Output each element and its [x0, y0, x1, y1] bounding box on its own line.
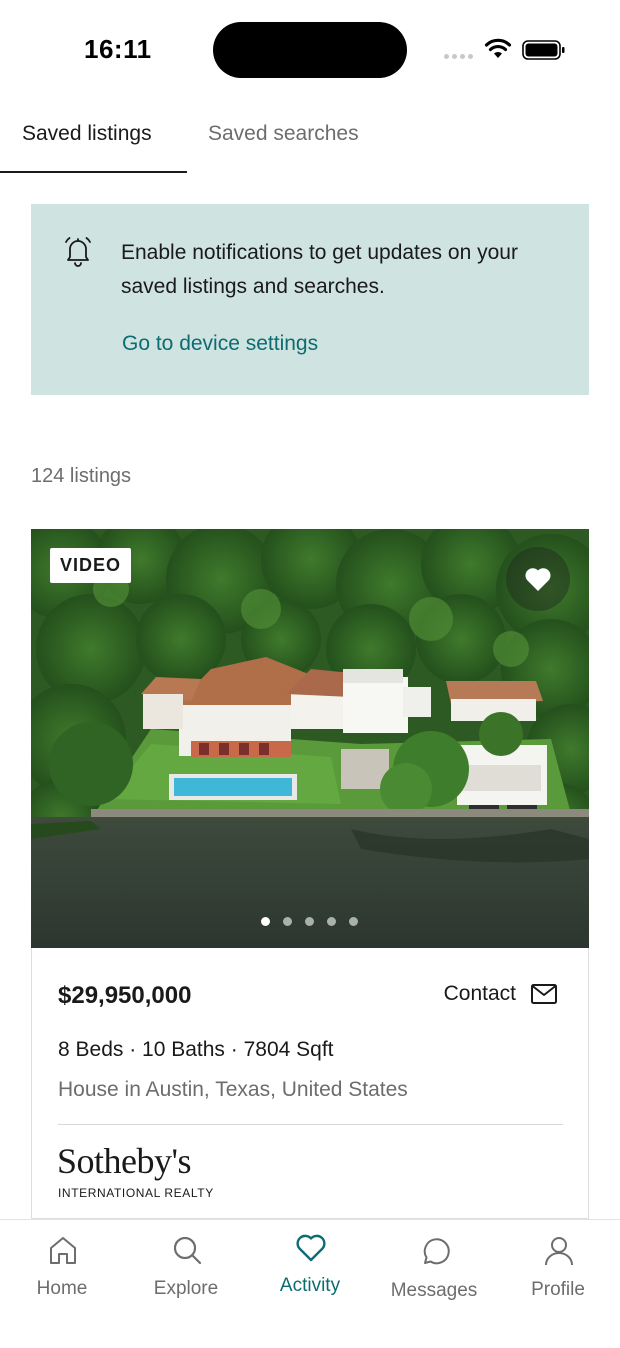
listing-location: House in Austin, Texas, United States: [58, 1078, 408, 1101]
agency-logo: Sotheby's: [57, 1141, 192, 1181]
tab-bar: Saved listings Saved searches: [0, 100, 620, 174]
bell-icon: [65, 237, 91, 267]
nav-label-home: Home: [36, 1278, 88, 1299]
tab-saved-searches[interactable]: Saved searches: [208, 122, 359, 146]
pagination-dot[interactable]: [283, 917, 292, 926]
video-badge: VIDEO: [50, 548, 132, 583]
home-icon: [50, 1237, 76, 1264]
mail-icon: [531, 984, 557, 1004]
notification-banner: Enable notifications to get updates on y…: [31, 204, 589, 395]
agency-logo-subtitle: INTERNATIONAL REALTY: [58, 1186, 214, 1200]
nav-item-activity[interactable]: Activity: [248, 1220, 372, 1320]
search-icon: [173, 1236, 202, 1265]
listing-specs: 8 Beds · 10 Baths · 7804 Sqft: [58, 1038, 334, 1061]
contact-label: Contact: [443, 982, 516, 1005]
tab-saved-listings[interactable]: Saved listings: [22, 122, 152, 146]
notification-message: Enable notifications to get updates on y…: [121, 241, 518, 298]
cellular-signal-icon: [444, 54, 473, 59]
nav-item-messages[interactable]: Messages: [372, 1220, 496, 1320]
nav-label-messages: Messages: [390, 1280, 478, 1301]
person-icon: [545, 1237, 573, 1266]
listing-price: $29,950,000: [58, 982, 192, 1009]
status-bar: 16:11: [0, 0, 620, 100]
listing-photo[interactable]: VIDEO: [31, 529, 589, 948]
status-time: 16:11: [84, 34, 152, 64]
favorite-button[interactable]: [506, 547, 570, 611]
heart-icon: [296, 1234, 326, 1262]
listing-count: 124 listings: [31, 465, 132, 487]
nav-label-explore: Explore: [153, 1278, 219, 1299]
pagination-dot[interactable]: [349, 917, 358, 926]
house-aerial-image: [31, 529, 589, 948]
bottom-navigation: Home Explore Activity Messages Profile: [0, 1219, 620, 1348]
contact-button[interactable]: Contact: [444, 982, 558, 1006]
nav-item-home[interactable]: Home: [0, 1220, 124, 1320]
device-settings-link[interactable]: Go to device settings: [122, 332, 318, 356]
wifi-icon: [484, 38, 512, 58]
divider: [58, 1124, 563, 1125]
nav-item-profile[interactable]: Profile: [496, 1220, 620, 1320]
active-tab-indicator: [0, 171, 187, 173]
pagination-dot[interactable]: [327, 917, 336, 926]
chat-bubble-icon: [423, 1238, 450, 1265]
dynamic-island: [213, 22, 407, 78]
photo-pagination[interactable]: [261, 917, 358, 926]
pagination-dot[interactable]: [305, 917, 314, 926]
pagination-dot[interactable]: [261, 917, 270, 926]
nav-item-explore[interactable]: Explore: [124, 1220, 248, 1320]
nav-label-activity: Activity: [279, 1275, 341, 1296]
nav-label-profile: Profile: [531, 1279, 585, 1300]
battery-icon: [522, 40, 565, 60]
listing-card[interactable]: VIDEO $29,950,000 Contact 8 Beds · 10 Ba…: [31, 529, 589, 1219]
heart-filled-icon: [525, 568, 551, 591]
